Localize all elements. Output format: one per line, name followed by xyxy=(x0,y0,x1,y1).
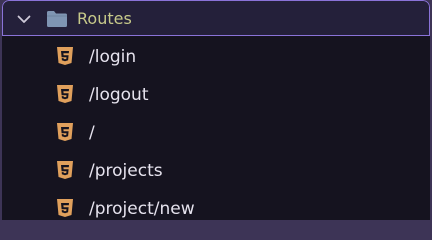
folder-icon xyxy=(47,11,67,27)
file-label: / xyxy=(89,123,95,143)
file-label: /logout xyxy=(89,85,149,105)
file-label: /projects xyxy=(89,161,163,181)
file-item-project-new[interactable]: /project/new xyxy=(2,191,430,220)
file-list: /login /logout / /projects /project/new xyxy=(2,39,430,220)
chevron-down-icon[interactable] xyxy=(16,11,32,27)
file-item-projects[interactable]: /projects xyxy=(2,153,430,191)
file-item-root[interactable]: / xyxy=(2,115,430,153)
html5-icon xyxy=(57,123,73,141)
file-explorer-panel: Routes /login /logout / /projects /proje… xyxy=(2,0,430,220)
html5-icon xyxy=(57,199,73,217)
file-item-login[interactable]: /login xyxy=(2,39,430,77)
file-label: /project/new xyxy=(89,199,195,219)
folder-label: Routes xyxy=(77,9,132,28)
file-label: /login xyxy=(89,47,137,67)
html5-icon xyxy=(57,85,73,103)
folder-routes[interactable]: Routes xyxy=(2,0,430,36)
html5-icon xyxy=(57,47,73,65)
file-item-logout[interactable]: /logout xyxy=(2,77,430,115)
html5-icon xyxy=(57,161,73,179)
